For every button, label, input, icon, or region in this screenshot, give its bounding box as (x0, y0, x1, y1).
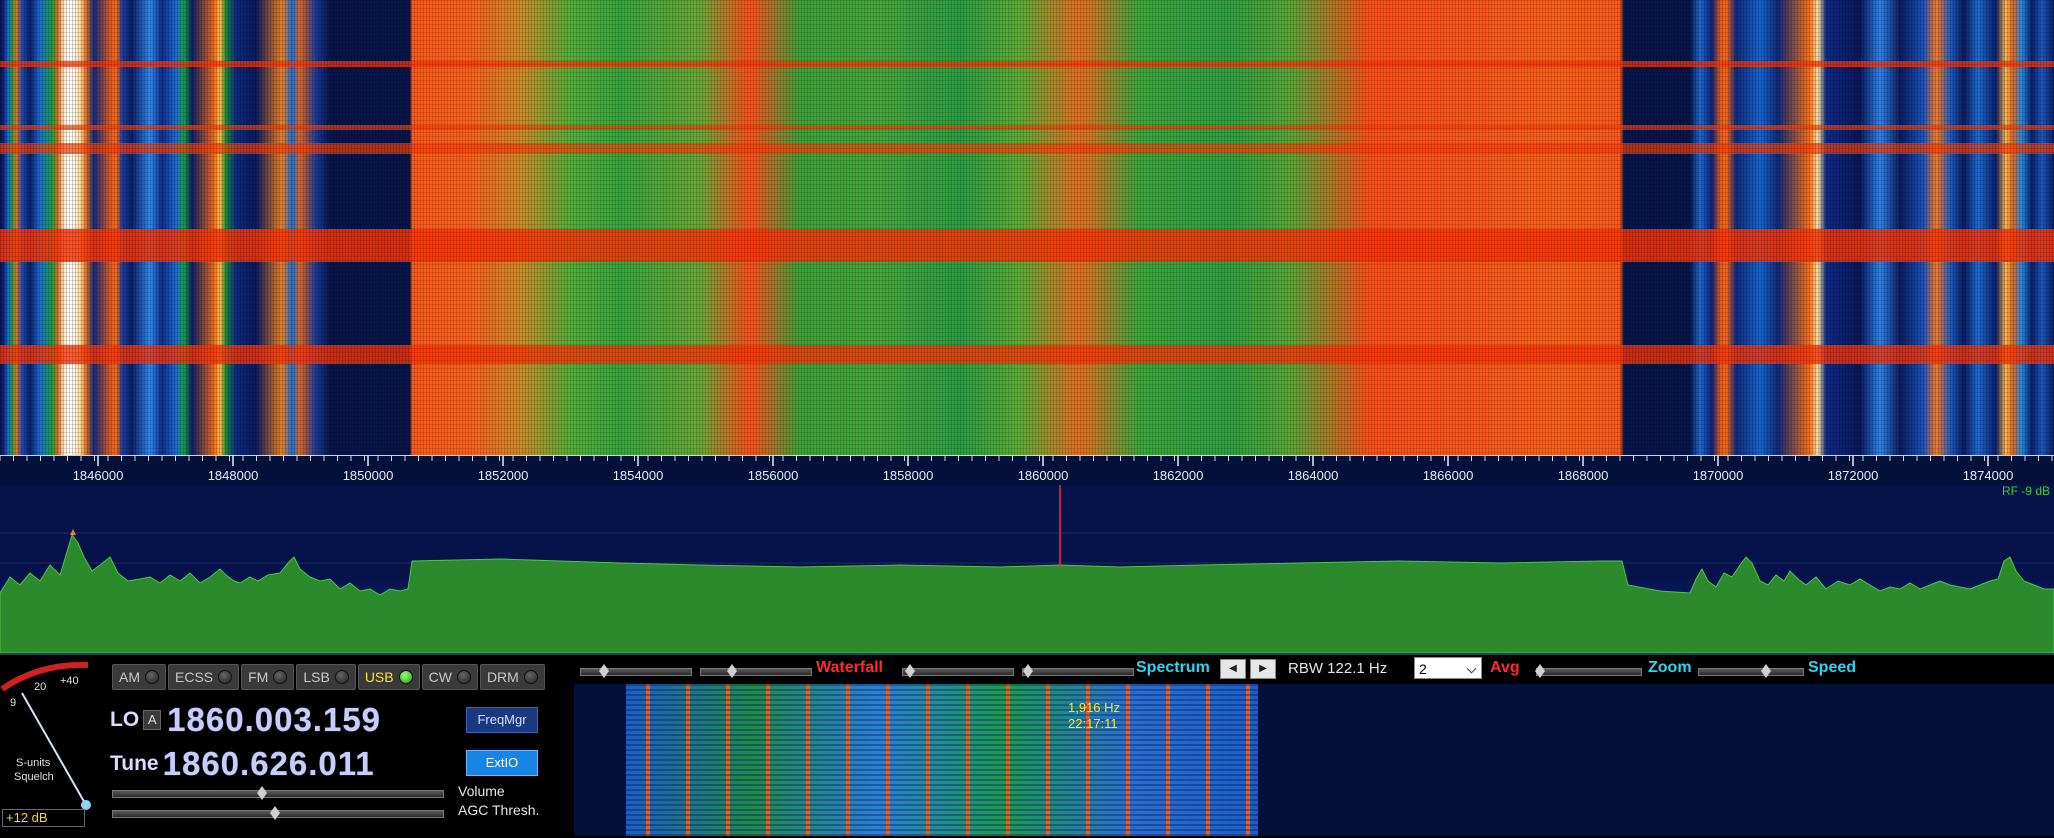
s-meter-scale-20: 20 (34, 681, 47, 693)
cursor-time: 22:17:11 (1068, 716, 1118, 731)
s-meter[interactable]: 9 20 +40 S-units Squelch (0, 655, 100, 815)
spectrum-label: Spectrum (1136, 659, 1210, 676)
s-meter-label-squelch: Squelch (14, 771, 54, 783)
led-icon (456, 670, 471, 684)
extio-button[interactable]: ExtIO (466, 750, 538, 776)
axis-tick-label: 1872000 (1828, 468, 1879, 483)
mode-label: AM (119, 669, 140, 685)
lo-frequency-row: LO A 1860.003.159 (110, 700, 381, 740)
axis-tick-label: 1860000 (1018, 468, 1069, 483)
audio-waterfall[interactable]: 1,916 Hz 22:17:11 (574, 684, 2054, 836)
axis-tick-label: 1848000 (208, 468, 259, 483)
s-meter-needle (21, 692, 87, 806)
avg-label: Avg (1490, 659, 1520, 676)
rf-gain-readout: RF -9 dB (2001, 484, 2050, 498)
led-icon (145, 670, 159, 684)
speed-slider[interactable] (1698, 664, 1804, 678)
s-meter-label-units: S-units (16, 757, 51, 769)
mode-ecss-button[interactable]: ECSS (168, 664, 240, 690)
led-icon (273, 670, 288, 684)
audio-cursor-readout: 1,916 Hz 22:17:11 (1068, 700, 1120, 732)
axis-tick-label: 1874000 (1963, 468, 2014, 483)
volume-label: Volume (458, 783, 505, 799)
freqmgr-button[interactable]: FreqMgr (466, 707, 538, 733)
cursor-frequency: 1,916 Hz (1068, 700, 1121, 715)
demod-mode-bar: AM ECSS FM LSB USB CW DRM (112, 664, 547, 690)
axis-tick-label: 1854000 (613, 468, 664, 483)
rbw-readout: RBW 122.1 Hz (1288, 660, 1388, 677)
lo-label: LO (110, 708, 140, 731)
led-icon (218, 670, 233, 684)
main-waterfall[interactable] (0, 0, 2054, 455)
waterfall-range-slider[interactable] (700, 664, 812, 678)
axis-tick-label: 1870000 (1693, 468, 1744, 483)
mode-label: USB (364, 669, 394, 685)
led-icon (398, 670, 413, 684)
axis-tick-label: 1852000 (478, 468, 529, 483)
tune-frequency-display[interactable]: 1860.626.011 (163, 745, 375, 783)
axis-tick-label: 1868000 (1558, 468, 1609, 483)
frequency-axis-svg: 1846000 1848000 1850000 1852000 1854000 18560… (0, 456, 2053, 483)
led-icon (334, 670, 349, 684)
axis-tick-label: 1862000 (1153, 468, 1204, 483)
mode-cw-button[interactable]: CW (421, 664, 478, 690)
avg-select[interactable]: 2 (1414, 657, 1482, 679)
spectrum-peak-marker (70, 529, 76, 535)
mode-drm-button[interactable]: DRM (479, 664, 545, 690)
spectrum-contrast-slider[interactable] (902, 664, 1014, 678)
waterfall-contrast-slider[interactable] (580, 664, 692, 678)
agc-threshold-label: AGC Thresh. (458, 802, 540, 818)
sdr-receiver-window: 1846000 1848000 1850000 1852000 1854000 18560… (0, 0, 2054, 838)
mode-label: FM (248, 669, 269, 685)
mode-label: ECSS (175, 669, 214, 685)
mode-label: LSB (303, 669, 330, 685)
axis-tick-label: 1850000 (343, 468, 394, 483)
axis-tick-label: 1856000 (748, 468, 799, 483)
mode-label: DRM (486, 669, 519, 685)
tune-label: Tune (110, 752, 159, 775)
axis-tick-label: 1846000 (73, 468, 124, 483)
zoom-label: Zoom (1648, 659, 1692, 676)
spectrum-range-slider[interactable] (1022, 664, 1134, 678)
axis-tick-label: 1858000 (883, 468, 934, 483)
audio-waterfall-image (626, 684, 1258, 836)
tune-frequency-row: Tune 1860.626.011 (110, 744, 375, 784)
led-icon (523, 670, 538, 684)
spectrum-left-arrow-button[interactable]: ◀ (1220, 659, 1246, 679)
speed-label: Speed (1808, 659, 1857, 676)
agc-threshold-slider[interactable] (112, 806, 444, 820)
axis-tick-label: 1864000 (1288, 468, 1339, 483)
lo-frequency-display[interactable]: 1860.003.159 (167, 701, 381, 739)
spectrum-trace (0, 485, 2054, 653)
s-meter-dial (0, 661, 91, 810)
mode-usb-button[interactable]: USB (357, 664, 420, 690)
mode-label: CW (428, 669, 452, 685)
spectrum-right-arrow-button[interactable]: ▶ (1250, 659, 1276, 679)
s-meter-scale-9: 9 (10, 697, 17, 709)
mode-lsb-button[interactable]: LSB (296, 664, 356, 690)
s-meter-scale-40: +40 (60, 675, 79, 687)
zoom-slider[interactable] (1535, 664, 1642, 678)
spectrum-display[interactable] (0, 485, 2054, 653)
mode-am-button[interactable]: AM (112, 664, 166, 690)
frequency-axis[interactable]: 1846000 1848000 1850000 1852000 1854000 18560… (0, 455, 2054, 486)
spectrum-fill (0, 533, 2054, 653)
vfo-selector[interactable]: A (143, 710, 162, 730)
waterfall-label: Waterfall (816, 659, 883, 676)
axis-tick-label: 1866000 (1423, 468, 1474, 483)
squelch-readout[interactable]: +12 dB (2, 809, 85, 827)
volume-slider[interactable] (112, 786, 444, 800)
mode-fm-button[interactable]: FM (241, 664, 295, 690)
